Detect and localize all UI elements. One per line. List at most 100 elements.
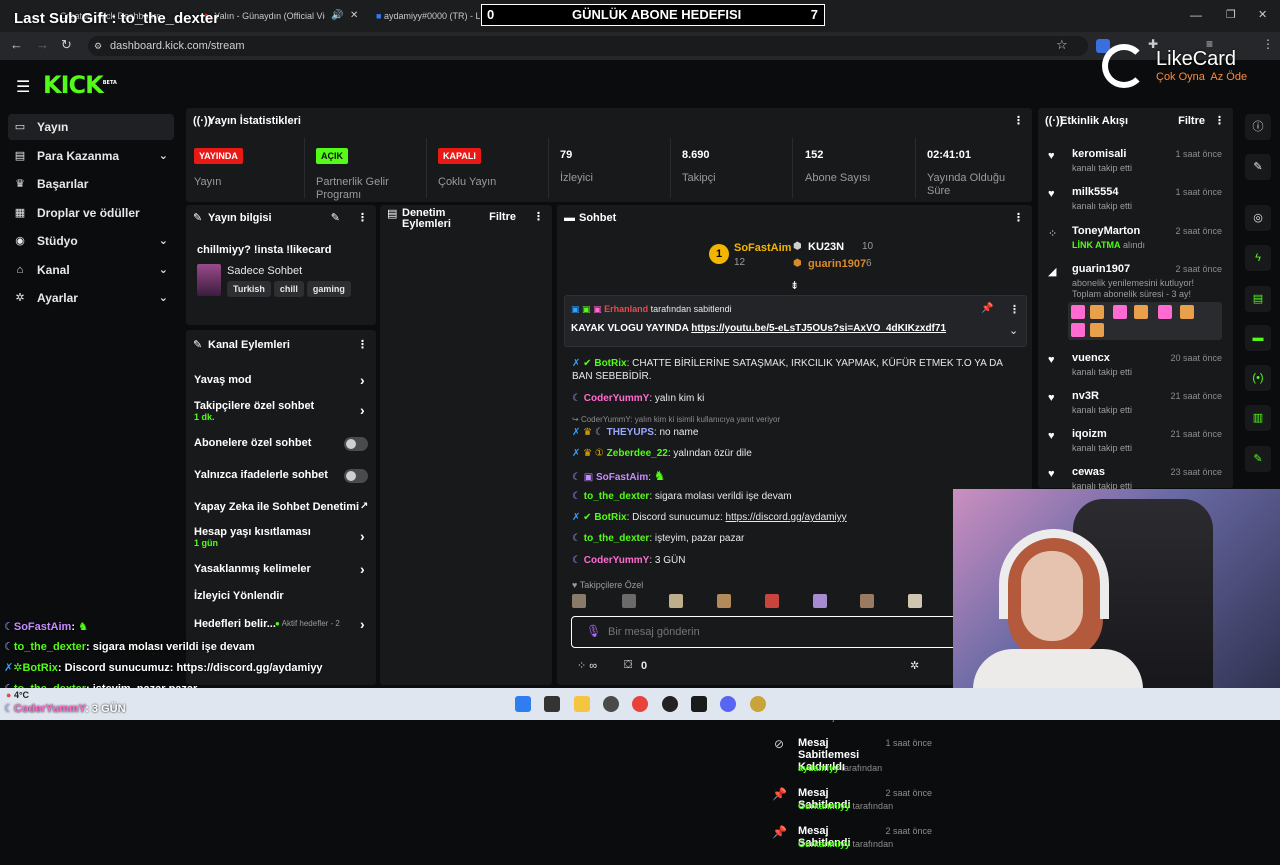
more-icon[interactable]: ⋮	[533, 212, 544, 223]
sidebar-item-kanal[interactable]: ⌂ Kanal ⌄	[8, 257, 174, 283]
discord-icon[interactable]	[720, 696, 736, 712]
sidebar-item-yayin[interactable]: ▭ Yayın	[8, 114, 174, 140]
mute-icon[interactable]: 🔊	[331, 10, 343, 21]
infinity-icon[interactable]: ⁘ ∞	[577, 659, 597, 672]
emote-only-toggle[interactable]	[344, 469, 368, 483]
chevron-down-icon[interactable]: ⌄	[1009, 324, 1018, 337]
camera-icon[interactable]: ◎	[1245, 205, 1271, 231]
followers-only-row[interactable]: Takipçilere özel sohbet 1 dk. ›	[194, 400, 370, 422]
layout-icon[interactable]: ▥	[1245, 405, 1271, 431]
chat-input[interactable]: 🎙	[571, 616, 971, 648]
minimize-icon[interactable]: —	[1190, 8, 1202, 22]
kick-logo[interactable]: KICKBETA	[43, 71, 117, 99]
emote[interactable]	[860, 594, 874, 608]
goals-row[interactable]: Hedefleri belir... ● Aktif hedefler - 2 ›	[194, 616, 370, 632]
activity-user[interactable]: iqoizm	[1072, 428, 1107, 440]
emote[interactable]	[813, 594, 827, 608]
clipboard-icon[interactable]: ▤	[1245, 286, 1271, 312]
bookmark-star-icon[interactable]: ☆	[1056, 37, 1068, 53]
sidebar-item-studyo[interactable]: ◉ Stüdyo ⌄	[8, 228, 174, 254]
settings-gear-icon[interactable]: ✲	[910, 659, 919, 672]
emote[interactable]	[765, 594, 779, 608]
sidebar-item-ayarlar[interactable]: ✲ Ayarlar ⌄	[8, 285, 174, 311]
emote[interactable]	[717, 594, 731, 608]
edit-pencil-icon[interactable]: ✎	[331, 205, 340, 231]
chat-username[interactable]: CoderYummY	[584, 393, 650, 404]
chat-username[interactable]: CoderYummY	[584, 555, 650, 566]
pinned-link[interactable]: https://youtu.be/5-eLsTJ5OUs?si=AxVO_4dK…	[691, 323, 946, 334]
raid-row[interactable]: İzleyici Yönlendir	[194, 590, 370, 602]
subscribers-only-toggle[interactable]	[344, 437, 368, 451]
back-icon[interactable]: ←	[10, 37, 23, 52]
chat-username[interactable]: BotRix	[594, 512, 626, 523]
account-age-row[interactable]: Hesap yaşı kısıtlaması 1 gün ›	[194, 526, 370, 548]
site-info-icon[interactable]: ⚙	[94, 36, 102, 56]
emote[interactable]	[908, 594, 922, 608]
close-window-icon[interactable]: ✕	[1258, 8, 1267, 21]
app-icon[interactable]	[662, 696, 678, 712]
forward-icon[interactable]: →	[36, 37, 49, 52]
more-icon[interactable]: ⋮	[357, 332, 368, 358]
browser-tab-league[interactable]: ■ aydamiyy#0000 (TR) - League of	[376, 6, 480, 26]
sidebar-item-label: Stüdyo	[37, 234, 78, 248]
broadcast-icon[interactable]: (•)	[1245, 365, 1271, 391]
more-icon[interactable]: ⋮	[357, 205, 368, 231]
sidebar-item-droplar[interactable]: ▦ Droplar ve ödüller	[8, 200, 174, 226]
reload-icon[interactable]: ↻	[61, 37, 72, 53]
hamburger-menu-icon[interactable]: ☰	[16, 77, 30, 97]
microphone-icon[interactable]: 🎙	[586, 624, 601, 638]
chat-username[interactable]: to_the_dexter	[584, 533, 650, 544]
more-icon[interactable]: ⋮	[1009, 303, 1020, 316]
activity-user[interactable]: guarin1907	[1072, 263, 1130, 275]
pin-icon[interactable]: 📌	[981, 303, 993, 314]
emote[interactable]	[572, 594, 586, 608]
activity-user[interactable]: nv3R	[1072, 390, 1099, 402]
chat-username[interactable]: to_the_dexter	[584, 491, 650, 502]
activity-user[interactable]: ToneyMarton	[1072, 225, 1140, 237]
sidebar-item-basarilar[interactable]: ♛ Başarılar	[8, 171, 174, 197]
chat-username[interactable]: THEYUPS	[607, 427, 654, 438]
close-tab-icon[interactable]: ✕	[350, 10, 358, 21]
expand-leaderboard-icon[interactable]: ⇟	[790, 279, 799, 292]
activity-user[interactable]: vuencx	[1072, 352, 1110, 364]
lightning-icon[interactable]: ϟ	[1245, 245, 1271, 271]
banned-words-row[interactable]: Yasaklanmış kelimeler ›	[194, 561, 370, 577]
slow-mode-row[interactable]: Yavaş mod ›	[194, 372, 370, 388]
mod-user[interactable]: Gurkanmiyy	[798, 801, 850, 811]
chat-username[interactable]: BotRix	[594, 358, 626, 369]
sidebar-item-para-kazanma[interactable]: ▤ Para Kazanma ⌄	[8, 143, 174, 169]
ai-moderation-row[interactable]: Yapay Zeka ile Sohbet Denetimi ↗	[194, 501, 370, 513]
chat-username[interactable]: SoFastAim	[596, 472, 648, 483]
more-icon[interactable]: ⋮	[1214, 108, 1225, 134]
chat-link[interactable]: https://discord.gg/aydamiyy	[726, 512, 847, 523]
more-icon[interactable]: ⋮	[1013, 108, 1024, 134]
gift-icon[interactable]: ⛋	[624, 659, 632, 672]
chat-icon[interactable]: ▬	[1245, 325, 1271, 351]
weather-widget[interactable]: ● 4°C	[6, 690, 29, 700]
activity-user[interactable]: cewas	[1072, 466, 1105, 478]
chat-input-field[interactable]	[608, 623, 948, 641]
filter-button[interactable]: Filtre	[1178, 108, 1205, 134]
league-client-icon[interactable]	[750, 696, 766, 712]
edit-pencil-icon[interactable]: ✎	[1245, 154, 1271, 180]
start-icon[interactable]	[515, 696, 531, 712]
filter-button[interactable]: Filtre	[489, 212, 516, 223]
maximize-icon[interactable]: ❐	[1226, 8, 1236, 21]
chat-username[interactable]: Zeberdee_22	[607, 448, 668, 459]
more-icon[interactable]: ⋮	[1013, 205, 1024, 231]
activity-user[interactable]: milk5554	[1072, 186, 1118, 198]
terminal-icon[interactable]	[691, 696, 707, 712]
mod-user[interactable]: Gurkanmiyy	[798, 839, 850, 849]
url-field[interactable]: ⚙ dashboard.kick.com/stream	[88, 36, 1088, 56]
wrench-icon[interactable]: ✎	[1245, 446, 1271, 472]
mod-user[interactable]: aydamiyy	[798, 763, 839, 773]
chrome-icon[interactable]	[632, 696, 648, 712]
browser-tab-youtube[interactable]: ▶ Yalın - Günaydın (Official Vide	[205, 6, 325, 26]
emote[interactable]	[622, 594, 636, 608]
emote[interactable]	[669, 594, 683, 608]
activity-user[interactable]: keromisali	[1072, 148, 1126, 160]
file-explorer-icon[interactable]	[574, 696, 590, 712]
obs-icon[interactable]	[603, 696, 619, 712]
info-icon[interactable]: ⓘ	[1245, 114, 1271, 140]
task-view-icon[interactable]	[544, 696, 560, 712]
